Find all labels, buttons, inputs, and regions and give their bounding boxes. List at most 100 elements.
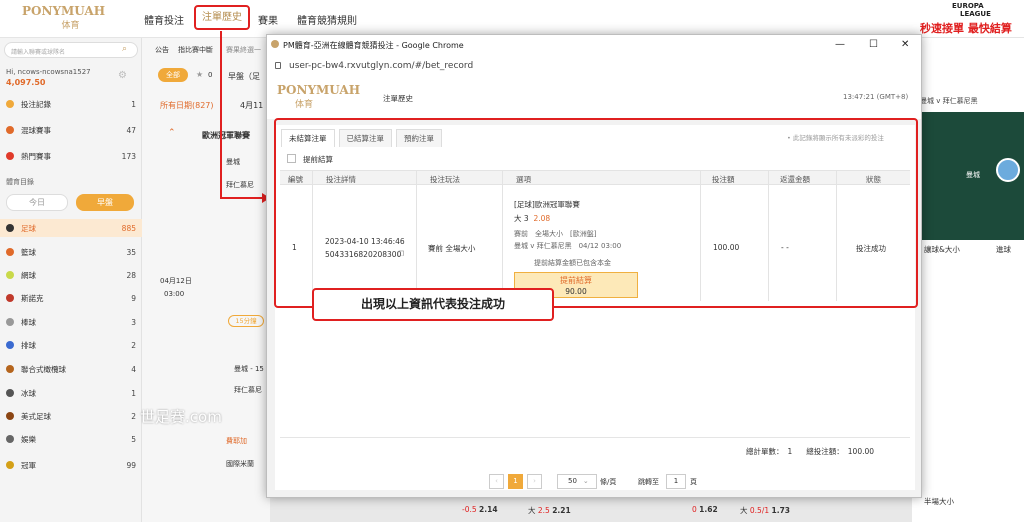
minutes-badge[interactable]: 15分鐘 — [228, 315, 264, 327]
page-number-button[interactable]: 1 — [508, 474, 523, 489]
nav-rules[interactable]: 體育競猜規則 — [297, 12, 357, 27]
basketball-icon — [6, 248, 14, 256]
goto-unit: 頁 — [690, 478, 697, 486]
window-title: PM體育-亞洲在線體育競猜投注 - Google Chrome — [283, 41, 464, 50]
team-away: 拜仁慕尼 — [226, 181, 254, 189]
gear-icon[interactable]: ⚙ — [118, 70, 127, 81]
sidebar-sport-entertainment[interactable]: 娛樂 5 — [6, 432, 136, 446]
team-home-b: 曼城 - 15 — [234, 365, 264, 373]
filter-all-button[interactable]: 全部 — [158, 68, 188, 82]
trophy-icon — [6, 461, 14, 469]
tab-goals[interactable]: 進球 — [996, 244, 1011, 255]
early-button[interactable]: 早盤 — [76, 194, 134, 211]
odds-bottom-over[interactable]: 大 2.5 2.21 — [528, 505, 571, 516]
favorites-count: 0 — [208, 71, 213, 79]
tab-interrupted[interactable]: 指比賽中斷 — [178, 45, 213, 55]
sidebar-item-bet-records[interactable]: 投注記錄 1 — [6, 97, 136, 111]
maximize-icon[interactable]: ☐ — [869, 39, 878, 50]
sidebar-sport-rugby[interactable]: 聯合式橄欖球 4 — [6, 362, 136, 376]
sidebar-sport-volleyball[interactable]: 排球 2 — [6, 338, 136, 352]
team-home: 曼城 — [226, 158, 240, 166]
rugby-icon — [6, 365, 14, 373]
annotation-arrow-vertical — [220, 31, 222, 199]
close-icon[interactable]: ✕ — [901, 39, 909, 50]
window-titlebar: PM體育-亞洲在線體育競猜投注 - Google Chrome — [267, 35, 921, 57]
highlight-box — [274, 118, 918, 308]
parlay-icon — [6, 126, 14, 134]
sidebar-item-parlay[interactable]: 混球賽事 47 — [6, 123, 136, 137]
promo-banner: 秒速接單 最快結算 — [920, 22, 1012, 35]
lock-icon[interactable] — [275, 62, 281, 69]
star-icon[interactable]: ★ — [196, 70, 203, 79]
sidebar-sport-tennis[interactable]: 網球 28 — [6, 268, 136, 282]
site-logo[interactable]: PONYMUAH 体育 — [22, 4, 105, 31]
chevron-down-icon: ⌄ — [582, 477, 589, 485]
detail-match-title: 曼城 v 拜仁慕尼黑 — [920, 97, 978, 105]
clock: 13:47:21 (GMT+8) — [843, 93, 909, 101]
team-feyenoord: 費耶加 — [226, 437, 247, 445]
sidebar-sport-snooker[interactable]: 斯諾克 9 — [6, 291, 136, 305]
user-balance: 4,097.50 — [6, 78, 46, 87]
ice-hockey-icon — [6, 389, 14, 397]
nav-sports-betting[interactable]: 體育投注 — [144, 12, 184, 27]
tab-handicap-ou[interactable]: 讓球&大小 — [924, 244, 960, 255]
url-text: user-pc-bw4.rxvutglyn.com/#/bet_record — [289, 61, 474, 71]
summary-divider — [280, 437, 910, 438]
half-ou-label: 半場大小 — [924, 497, 954, 506]
sidebar-sport-baseball[interactable]: 棒球 3 — [6, 315, 136, 329]
europa-league-logo: EUROPA LEAGUE — [952, 2, 991, 18]
sidebar-sport-basketball[interactable]: 籃球 35 — [6, 245, 136, 259]
pm-logo: PONYMUAH 体育 — [277, 83, 361, 110]
sports-directory-label: 體育目錄 — [6, 178, 34, 186]
favicon-icon — [271, 40, 279, 48]
inner-header — [267, 77, 921, 119]
league-name: 歐洲冠軍聯賽 — [202, 131, 250, 140]
team-away-b: 拜仁慕尼 — [234, 386, 262, 394]
odds-bottom-half-over[interactable]: 大 0.5/1 1.73 — [740, 505, 790, 516]
sidebar-item-hot[interactable]: 熱門賽事 173 — [6, 149, 136, 163]
early-label: 早盤（足 — [228, 72, 260, 81]
records-icon — [6, 100, 14, 108]
volleyball-icon — [6, 341, 14, 349]
odds-bottom-handicap[interactable]: -0.5 2.14 — [462, 505, 498, 514]
address-bar[interactable]: user-pc-bw4.rxvutglyn.com/#/bet_record — [267, 57, 921, 77]
per-page-unit: 條/頁 — [600, 478, 617, 486]
prev-page-button[interactable]: ‹ — [489, 474, 504, 489]
entertainment-icon — [6, 435, 14, 443]
minimize-icon[interactable]: — — [835, 39, 845, 50]
today-button[interactable]: 今日 — [6, 194, 68, 211]
tab-announcement[interactable]: 公告 — [155, 45, 169, 55]
summary: 總計單數： 1 總投注額： 100.00 — [746, 447, 875, 456]
annotation-label: 出現以上資訊代表投注成功 — [312, 288, 554, 321]
tab-all-dates[interactable]: 所有日期(827) — [160, 100, 214, 111]
match-detail-panel — [912, 38, 1024, 522]
chevron-up-icon[interactable]: ⌃ — [168, 128, 176, 138]
goto-label: 跳轉至 — [638, 478, 659, 486]
football-icon — [6, 224, 14, 232]
odds-bottom-half[interactable]: 0 1.62 — [692, 505, 718, 514]
tab-date-0411[interactable]: 4月11 — [240, 100, 263, 111]
match-date: 04月12日 — [160, 277, 192, 285]
search-input[interactable]: 請輸入聯賽或球隊名 — [4, 42, 138, 58]
per-page-select[interactable]: 50 ⌄ — [557, 474, 597, 489]
next-page-button[interactable]: › — [527, 474, 542, 489]
nav-results[interactable]: 賽果 — [258, 12, 278, 27]
annotation-arrow-horizontal — [220, 197, 264, 199]
sidebar-sport-champion[interactable]: 冠軍 99 — [6, 458, 136, 472]
sidebar-sport-american-football[interactable]: 美式足球 2 — [6, 409, 136, 423]
tab-results[interactable]: 賽果終選一 — [226, 45, 261, 55]
watermark: 世足賽.com — [140, 408, 222, 426]
man-city-crest — [996, 158, 1020, 182]
baseball-icon — [6, 318, 14, 326]
tennis-icon — [6, 271, 14, 279]
user-greeting: Hi, ncows-ncowsna1527 — [6, 68, 91, 76]
sidebar-sport-football[interactable]: 足球 885 — [6, 221, 136, 235]
goto-page-input[interactable]: 1 — [666, 474, 686, 489]
sidebar-sport-ice-hockey[interactable]: 冰球 1 — [6, 386, 136, 400]
match-time: 03:00 — [164, 290, 185, 298]
american-football-icon — [6, 412, 14, 420]
detail-home-team: 曼城 — [966, 171, 980, 179]
nav-bet-history[interactable]: 注單歷史 — [194, 5, 250, 30]
search-icon[interactable]: ⌕ — [122, 44, 127, 54]
fire-icon — [6, 152, 14, 160]
